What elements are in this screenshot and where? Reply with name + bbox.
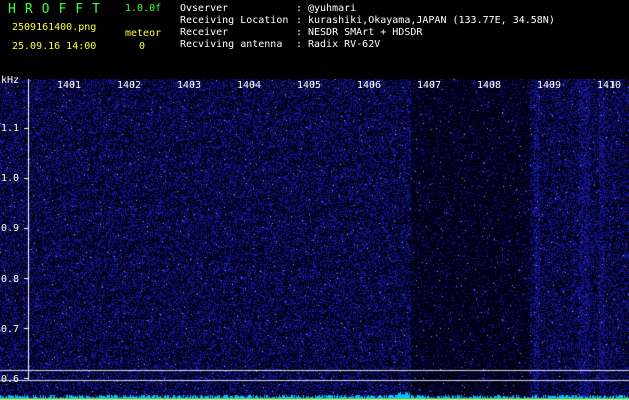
- date-time: 25.09.16 14:00: [12, 41, 97, 52]
- info-antenna: Recviving antenna: Radix RV-62V: [180, 39, 381, 50]
- info-observer: Ovserver: @yuhmari: [180, 3, 357, 14]
- info-value: NESDR SMArt + HDSDR: [308, 27, 423, 38]
- hrofft-window: HROFFT 1.0.0f 2509161400.png 25.09.16 14…: [0, 0, 629, 400]
- y-tick-label: 0.6: [1, 374, 20, 385]
- x-tick-label: 1404: [237, 80, 262, 91]
- mode-label: meteor: [125, 28, 162, 39]
- info-value: @yuhmari: [308, 3, 357, 14]
- x-tick-label: 1408: [477, 80, 502, 91]
- info-receiver: Receiver: NESDR SMArt + HDSDR: [180, 27, 423, 38]
- x-tick-label: 1410: [597, 80, 622, 91]
- x-tick-label: 1409: [537, 80, 562, 91]
- y-tick-label: 1.1: [1, 123, 20, 134]
- x-tick-label: 1406: [357, 80, 382, 91]
- info-value: kurashiki,Okayama,JAPAN (133.77E, 34.58N…: [308, 15, 555, 26]
- info-label: Recviving antenna: [180, 39, 283, 50]
- app-version: 1.0.0f: [125, 3, 162, 14]
- info-label: Receiving Location: [180, 15, 289, 26]
- y-axis-unit: kHz: [1, 75, 20, 86]
- y-tick-label: 0.7: [1, 324, 20, 335]
- info-value: Radix RV-62V: [308, 39, 381, 50]
- x-tick-label: 1407: [417, 80, 442, 91]
- x-tick-label: 1403: [177, 80, 202, 91]
- x-tick-label: 1401: [57, 80, 82, 91]
- spectrogram-canvas[interactable]: [0, 79, 629, 400]
- file-name: 2509161400.png: [12, 22, 97, 33]
- info-location: Receiving Location: kurashiki,Okayama,JAP…: [180, 15, 555, 26]
- x-tick-label: 1402: [117, 80, 142, 91]
- meteor-count: 0: [139, 41, 146, 52]
- info-label: Ovserver: [180, 3, 229, 14]
- x-tick-label: 1405: [297, 80, 322, 91]
- app-title: HROFFT: [8, 2, 109, 17]
- spectrogram[interactable]: [0, 79, 629, 400]
- y-tick-label: 0.8: [1, 274, 20, 285]
- y-tick-label: 1.0: [1, 173, 20, 184]
- y-tick-label: 0.9: [1, 223, 20, 234]
- info-label: Receiver: [180, 27, 229, 38]
